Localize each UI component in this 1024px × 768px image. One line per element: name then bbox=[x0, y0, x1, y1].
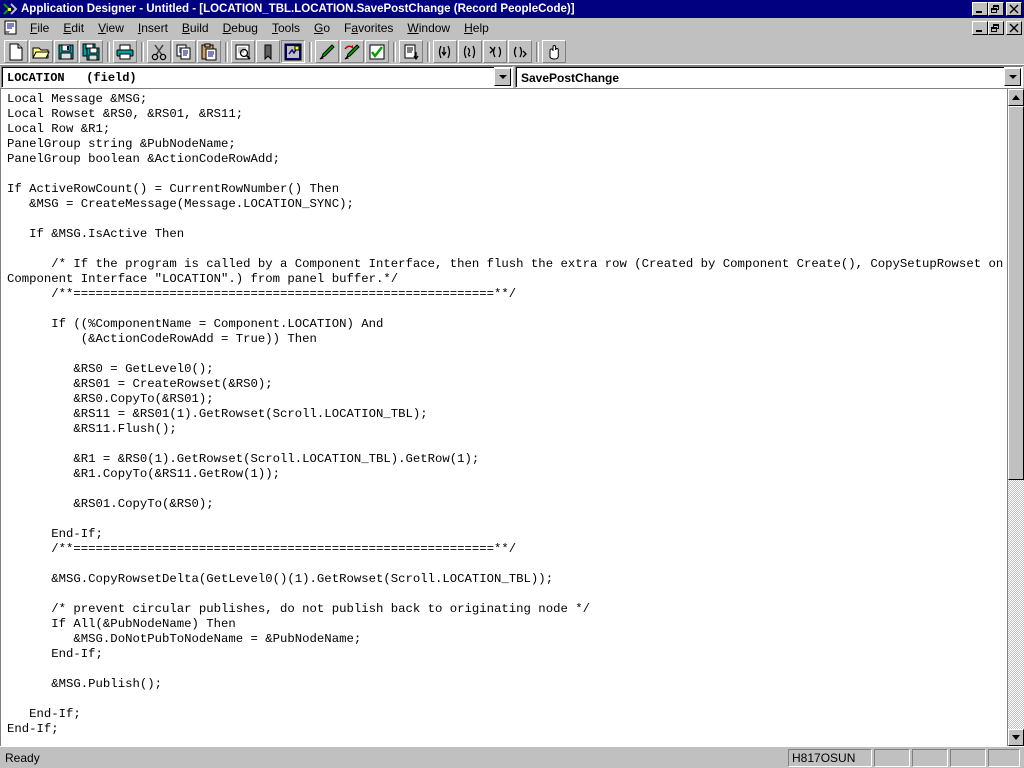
code-editor-pane: Local Message &MSG; Local Rowset &RS0, &… bbox=[0, 88, 1024, 746]
mdi-close-button[interactable] bbox=[1006, 20, 1022, 35]
checkmark-icon[interactable] bbox=[365, 40, 389, 63]
main-toolbar bbox=[0, 38, 1024, 66]
code-listing-icon[interactable] bbox=[399, 40, 423, 63]
go-to-brace-start-icon[interactable] bbox=[483, 40, 507, 63]
step-over-icon[interactable] bbox=[458, 40, 482, 63]
field-selector-value: LOCATION (field) bbox=[7, 70, 137, 85]
menu-bar: File Edit View Insert Build Debug Tools … bbox=[0, 18, 1024, 38]
step-into-icon[interactable] bbox=[433, 40, 457, 63]
menu-go[interactable]: Go bbox=[307, 19, 337, 37]
toolbar-separator bbox=[536, 41, 539, 62]
toolbar-separator bbox=[107, 41, 110, 62]
hand-pan-icon[interactable] bbox=[542, 40, 566, 63]
toolbar-separator bbox=[141, 41, 144, 62]
mdi-minimize-button[interactable] bbox=[972, 20, 988, 35]
peoplecode-source[interactable]: Local Message &MSG; Local Rowset &RS0, &… bbox=[7, 92, 1007, 737]
selector-row: LOCATION (field) SavePostChange bbox=[0, 66, 1024, 88]
peoplecode-editor[interactable]: Local Message &MSG; Local Rowset &RS0, &… bbox=[1, 89, 1007, 746]
bookmark-icon[interactable] bbox=[256, 40, 280, 63]
close-button[interactable] bbox=[1006, 2, 1022, 16]
menu-insert[interactable]: Insert bbox=[131, 19, 175, 37]
window-title: Application Designer - Untitled - [LOCAT… bbox=[21, 3, 575, 15]
find-in-files-icon[interactable] bbox=[231, 40, 255, 63]
scroll-up-icon[interactable] bbox=[1008, 89, 1024, 106]
open-folder-icon[interactable] bbox=[29, 40, 53, 63]
title-bar: Application Designer - Untitled - [LOCAT… bbox=[0, 0, 1024, 18]
minimize-button[interactable] bbox=[972, 2, 988, 16]
status-bar: Ready H817OSUN bbox=[0, 746, 1024, 768]
editor-vertical-scrollbar[interactable] bbox=[1007, 89, 1024, 746]
paste-icon[interactable] bbox=[197, 40, 221, 63]
chevron-down-icon[interactable] bbox=[1004, 68, 1021, 86]
status-panel-2 bbox=[874, 748, 910, 767]
field-selector[interactable]: LOCATION (field) bbox=[1, 66, 513, 88]
menu-help[interactable]: Help bbox=[457, 19, 496, 37]
menu-window[interactable]: Window bbox=[400, 19, 457, 37]
menu-debug[interactable]: Debug bbox=[216, 19, 265, 37]
window-controls bbox=[972, 2, 1022, 16]
scrollbar-thumb[interactable] bbox=[1008, 106, 1024, 480]
event-selector-value-wrap: SavePostChange bbox=[516, 67, 1004, 87]
scroll-down-icon[interactable] bbox=[1008, 729, 1024, 746]
menu-edit[interactable]: Edit bbox=[56, 19, 91, 37]
toolbar-separator bbox=[427, 41, 430, 62]
chevron-down-icon[interactable] bbox=[494, 68, 511, 86]
save-icon[interactable] bbox=[54, 40, 78, 63]
status-database: H817OSUN bbox=[788, 748, 872, 767]
project-workspace-icon[interactable] bbox=[281, 40, 305, 63]
scrollbar-track[interactable] bbox=[1008, 106, 1024, 729]
application-window: Application Designer - Untitled - [LOCAT… bbox=[0, 0, 1024, 768]
view-definition-icon[interactable] bbox=[340, 40, 364, 63]
status-panel-3 bbox=[912, 748, 948, 767]
event-selector-value: SavePostChange bbox=[521, 70, 620, 85]
go-to-brace-end-icon[interactable] bbox=[508, 40, 532, 63]
menu-favorites[interactable]: Favorites bbox=[337, 19, 400, 37]
print-icon[interactable] bbox=[113, 40, 137, 63]
save-all-icon[interactable] bbox=[79, 40, 103, 63]
menu-build[interactable]: Build bbox=[175, 19, 216, 37]
cut-scissors-icon[interactable] bbox=[147, 40, 171, 63]
menu-tools[interactable]: Tools bbox=[265, 19, 307, 37]
mdi-child-controls bbox=[972, 20, 1022, 35]
validate-syntax-icon[interactable] bbox=[315, 40, 339, 63]
copy-icon[interactable] bbox=[172, 40, 196, 63]
toolbar-separator bbox=[393, 41, 396, 62]
mdi-restore-button[interactable] bbox=[988, 20, 1004, 35]
status-panel-5 bbox=[988, 748, 1020, 767]
event-selector[interactable]: SavePostChange bbox=[515, 66, 1023, 88]
status-message: Ready bbox=[5, 750, 40, 765]
menu-view[interactable]: View bbox=[91, 19, 131, 37]
restore-button[interactable] bbox=[988, 2, 1004, 16]
menu-file[interactable]: File bbox=[23, 19, 56, 37]
new-file-icon[interactable] bbox=[4, 40, 28, 63]
application-designer-icon bbox=[2, 2, 18, 16]
document-icon[interactable] bbox=[3, 20, 19, 36]
toolbar-separator bbox=[309, 41, 312, 62]
toolbar-separator bbox=[225, 41, 228, 62]
field-selector-value-wrap: LOCATION (field) bbox=[2, 67, 494, 87]
status-panel-4 bbox=[950, 748, 986, 767]
